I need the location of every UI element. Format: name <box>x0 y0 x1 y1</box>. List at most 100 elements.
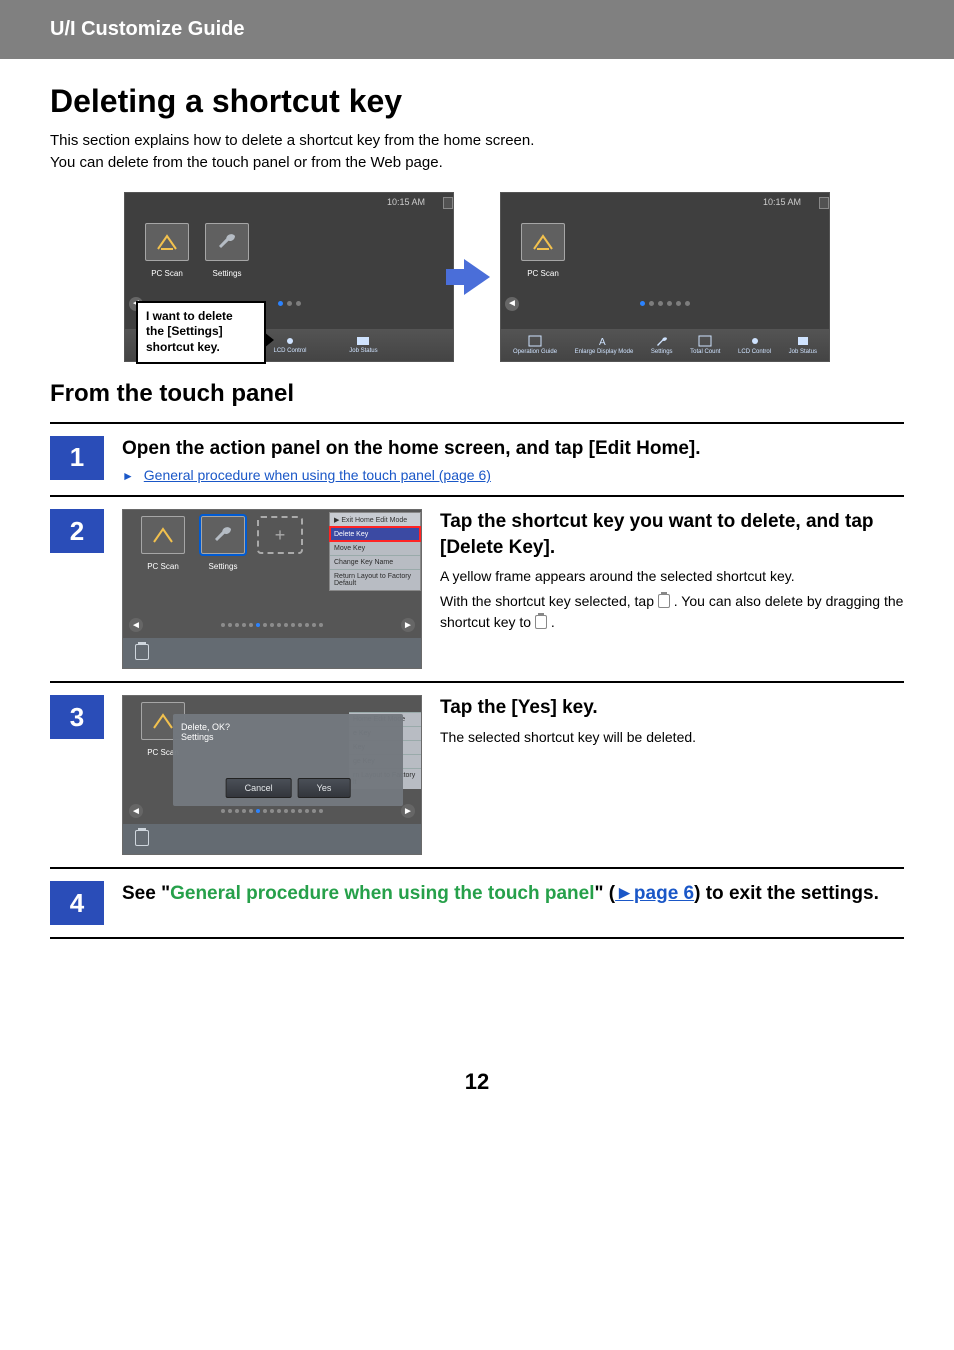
header-bar: U/I Customize Guide <box>0 0 954 59</box>
intro-text: This section explains how to delete a sh… <box>50 130 904 174</box>
shortcut-pc-scan: PC Scan <box>517 223 569 281</box>
step-badge: 2 <box>50 509 104 553</box>
brightness-icon <box>748 335 762 347</box>
cancel-button: Cancel <box>226 778 292 798</box>
trash-icon <box>135 830 149 846</box>
arrow-right-icon <box>464 259 490 295</box>
trash-icon <box>135 644 149 660</box>
shortcut-pc-scan: PC Scan <box>141 223 193 281</box>
step-3-screenshot: PC Scan Home Edit Mode e Key Key ge Key … <box>122 695 422 855</box>
step-2-desc-1: A yellow frame appears around the select… <box>440 566 904 587</box>
callout-line: the [Settings] <box>146 324 256 340</box>
shortcut-pc-scan: PC Scan <box>137 516 189 574</box>
guide-icon <box>528 335 542 347</box>
play-icon: ▶ <box>334 516 339 524</box>
step-4-title: See "General procedure when using the to… <box>122 881 904 907</box>
shortcut-settings-selected: Settings <box>197 516 249 574</box>
menu-change-key-name: Change Key Name <box>330 555 420 569</box>
trash-icon <box>658 594 670 608</box>
shortcut-pc-scan-label: PC Scan <box>147 562 179 571</box>
triangle-icon: ► <box>122 469 134 483</box>
menu-move-key: Move Key <box>330 541 420 555</box>
time-label: 10:15 AM <box>763 197 801 207</box>
shortcut-pc-scan-label: PC Scan <box>151 269 183 278</box>
shortcut-pc-scan-label: PC Scan <box>527 269 559 278</box>
menu-delete-key: Delete Key <box>330 527 420 541</box>
action-panel: ▶Exit Home Edit Mode Delete Key Move Key… <box>329 512 421 591</box>
shortcut-settings-label: Settings <box>209 562 238 571</box>
step-badge: 4 <box>50 881 104 925</box>
divider <box>50 681 904 683</box>
step-1-title: Open the action panel on the home screen… <box>122 436 904 462</box>
shortcut-settings: Settings <box>201 223 253 281</box>
pc-scan-icon <box>529 230 557 254</box>
enlarge-icon: A <box>597 335 611 347</box>
pc-scan-icon <box>153 230 181 254</box>
yes-button: Yes <box>298 778 351 798</box>
page-title: Deleting a shortcut key <box>50 83 904 120</box>
pager: ◄ ► <box>123 804 421 818</box>
pager-left-icon: ◄ <box>505 297 519 311</box>
step-3-desc: The selected shortcut key will be delete… <box>440 727 904 748</box>
step-2-screenshot: PC Scan Settings + ▶Exit Home Edit Mode … <box>122 509 422 669</box>
step-badge: 3 <box>50 695 104 739</box>
page-number: 12 <box>50 1069 904 1095</box>
step-3-title: Tap the [Yes] key. <box>440 695 904 721</box>
chip-total-count: Total Count <box>690 335 720 355</box>
job-status-icon <box>355 335 371 347</box>
pager-right-icon: ► <box>401 618 415 632</box>
divider <box>50 867 904 869</box>
confirm-dialog: Delete, OK? Settings Cancel Yes <box>173 714 403 806</box>
side-tab-icon <box>443 197 453 209</box>
link-page-6[interactable]: ►page 6 <box>615 883 694 904</box>
chip-operation-guide: Operation Guide <box>513 335 557 355</box>
settings-icon <box>213 230 241 254</box>
section-touch-panel: From the touch panel <box>50 380 904 408</box>
step-4: 4 See "General procedure when using the … <box>50 881 904 925</box>
pc-scan-icon <box>149 523 177 547</box>
divider <box>50 495 904 497</box>
time-label: 10:15 AM <box>387 197 425 207</box>
link-general-procedure-green[interactable]: General procedure when using the touch p… <box>170 883 594 904</box>
step-1: 1 Open the action panel on the home scre… <box>50 436 904 484</box>
divider <box>50 422 904 424</box>
chip-enlarge-mode: AEnlarge Display Mode <box>575 335 634 355</box>
counter-icon <box>698 335 712 347</box>
settings-icon <box>209 523 237 547</box>
wrench-icon <box>655 335 669 347</box>
brightness-icon <box>282 335 298 347</box>
pager-left-icon: ◄ <box>129 804 143 818</box>
step-3: 3 PC Scan Home Edit Mode e Key Key ge Ke… <box>50 695 904 855</box>
pager: ◄ ► <box>123 618 421 632</box>
pager: ◄ <box>501 297 829 311</box>
bottom-bar-right: Operation Guide AEnlarge Display Mode Se… <box>501 329 829 361</box>
header-title: U/I Customize Guide <box>50 18 244 40</box>
hero-right-panel: 10:15 AM PC Scan ◄ Operation Guide AEnla… <box>500 192 830 362</box>
pager-left-icon: ◄ <box>129 618 143 632</box>
menu-return-layout: Return Layout to Factory Default <box>330 569 420 590</box>
trash-icon <box>535 615 547 629</box>
callout-line: shortcut key. <box>146 340 256 356</box>
empty-slot: + <box>257 516 303 554</box>
chip-job-status: Job Status <box>349 335 377 354</box>
pager-dots <box>278 301 301 306</box>
chip-lcd-control: LCD Control <box>738 335 771 355</box>
shortcut-settings-label: Settings <box>213 269 242 278</box>
chip-job-status: Job Status <box>789 335 817 355</box>
divider <box>50 937 904 939</box>
step-2: 2 PC Scan Settings + ▶Exit Home Edit Mod… <box>50 509 904 669</box>
dialog-question: Delete, OK? <box>181 722 395 732</box>
chip-settings: Settings <box>651 335 673 355</box>
pager-dots <box>640 301 690 306</box>
menu-exit: ▶Exit Home Edit Mode <box>330 513 420 527</box>
bottom-tray <box>123 824 421 854</box>
hero-screenshots: 10:15 AM PC Scan Settings ◄ <box>50 192 904 362</box>
side-tab-icon <box>819 197 829 209</box>
dialog-subject: Settings <box>181 732 395 742</box>
callout-line: I want to delete <box>146 309 256 325</box>
chip-lcd-control: LCD Control <box>273 335 306 354</box>
hero-left-wrap: 10:15 AM PC Scan Settings ◄ <box>124 192 454 362</box>
link-general-procedure[interactable]: General procedure when using the touch p… <box>144 467 491 483</box>
step-badge: 1 <box>50 436 104 480</box>
step-2-desc-2: With the shortcut key selected, tap . Yo… <box>440 591 904 633</box>
